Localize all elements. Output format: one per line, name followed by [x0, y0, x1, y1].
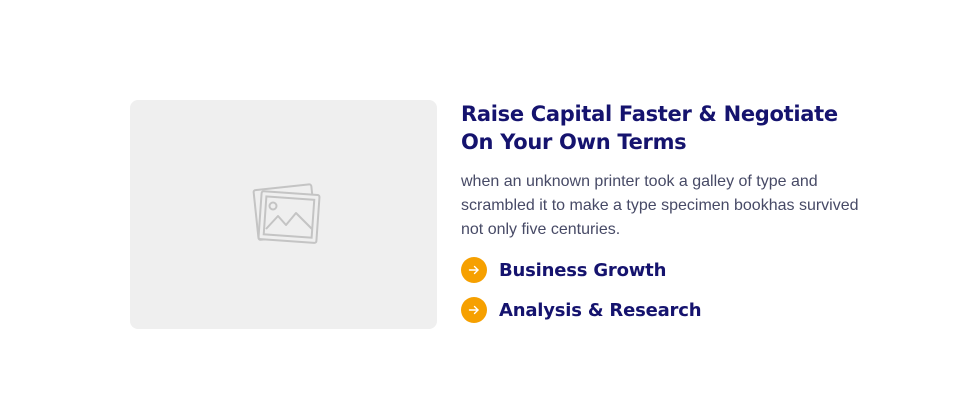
image-placeholder-icon	[252, 183, 321, 244]
headline: Raise Capital Faster & Negotiate On Your…	[461, 102, 838, 154]
feature-item-analysis-research[interactable]: Analysis & Research	[461, 296, 871, 324]
feature-label: Analysis & Research	[499, 299, 702, 321]
arrow-right-icon	[461, 257, 487, 283]
feature-label: Business Growth	[499, 259, 667, 281]
image-placeholder-card	[130, 100, 437, 329]
arrow-right-icon	[461, 297, 487, 323]
feature-list: Business Growth Analysis & Research	[461, 256, 871, 324]
feature-item-business-growth[interactable]: Business Growth	[461, 256, 871, 284]
feature-content: Raise Capital Faster & Negotiate On Your…	[461, 100, 871, 336]
description: when an unknown printer took a galley of…	[461, 173, 859, 238]
